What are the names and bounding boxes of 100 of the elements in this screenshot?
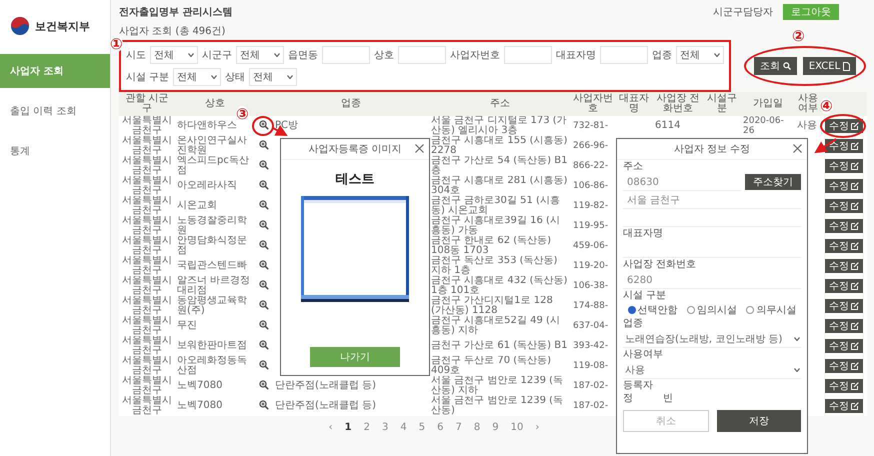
previous-page[interactable]: ‹: [328, 422, 333, 432]
filter-select[interactable]: 전체: [249, 68, 298, 86]
field-label: 시설 구분: [623, 290, 668, 302]
annotation-circle: [252, 116, 274, 136]
filter-select[interactable]: 전체: [676, 46, 724, 64]
zoom-in-icon[interactable]: [259, 140, 269, 150]
business-name-cell: 시온교회: [177, 200, 217, 211]
business-number-cell: 637-04-: [573, 321, 608, 331]
radio-button[interactable]: [628, 306, 636, 314]
postcode-field[interactable]: 08630: [623, 174, 741, 191]
business-number-cell: 119-95-: [573, 221, 608, 231]
document-icon: [843, 62, 850, 70]
zoom-in-icon[interactable]: [259, 160, 269, 170]
search-button[interactable]: 조회: [754, 57, 797, 75]
filter-input[interactable]: [600, 46, 648, 64]
filter-select[interactable]: 전체: [173, 68, 222, 86]
zoom-in-icon[interactable]: [259, 320, 269, 330]
address-field[interactable]: 서울 금천구: [623, 192, 801, 209]
status-select[interactable]: 사용: [623, 362, 801, 379]
radio-button[interactable]: [746, 306, 754, 314]
sidebar-item[interactable]: 통계: [0, 134, 110, 168]
edit-icon: [851, 182, 859, 190]
filter-input[interactable]: [504, 46, 552, 64]
column-header: 대표자명: [619, 93, 649, 114]
zoom-in-icon[interactable]: [259, 260, 269, 270]
edit-button[interactable]: 수정: [825, 279, 863, 293]
edit-icon: [851, 162, 859, 170]
field-label: 업종: [623, 318, 644, 330]
edit-icon: [851, 282, 859, 290]
filter-input[interactable]: [398, 46, 446, 64]
sidebar-item[interactable]: 출입 이력 조회: [0, 94, 110, 128]
status-cell: 사용: [797, 120, 817, 131]
zoom-in-icon[interactable]: [259, 300, 269, 310]
business-type-select[interactable]: 노래연습장(노래방, 코인노래방 등): [623, 331, 801, 348]
system-title: 전자출입명부 관리시스템: [119, 6, 232, 19]
business-name-cell: 노벡7080: [177, 380, 222, 391]
edit-icon: [851, 242, 859, 250]
edit-button[interactable]: 수정: [825, 139, 863, 153]
business-number-cell: 732-81-: [573, 121, 608, 131]
edit-button[interactable]: 수정: [825, 319, 863, 333]
column-header: 업종: [341, 98, 361, 109]
edit-button[interactable]: 수정: [825, 339, 863, 353]
zoom-in-icon[interactable]: [259, 360, 269, 370]
zoom-in-icon[interactable]: [259, 340, 269, 350]
edit-icon: [851, 142, 859, 150]
save-button[interactable]: 저장: [717, 410, 801, 432]
edit-button[interactable]: 수정: [825, 379, 863, 393]
filter-label: 사업자번호: [450, 49, 500, 62]
edit-button[interactable]: 수정: [825, 299, 863, 313]
zoom-in-icon[interactable]: [259, 180, 269, 190]
edit-button[interactable]: 수정: [825, 219, 863, 233]
edit-button[interactable]: 수정: [825, 179, 863, 193]
filter-label: 상호: [374, 49, 394, 62]
edit-icon: [851, 402, 859, 410]
find-address-button[interactable]: 주소찾기: [745, 174, 801, 190]
filter-input[interactable]: [322, 46, 370, 64]
column-header: 관할 시군구: [125, 93, 169, 114]
edit-icon: [851, 202, 859, 210]
logo-icon: [10, 16, 30, 36]
registrant-text: 정: [623, 393, 633, 405]
radio-label: 임의시설: [696, 304, 737, 317]
address-cell: 금천구 가산로 61 (독산동) B1: [431, 340, 568, 351]
document-heading: 테스트: [336, 171, 374, 188]
caret-icon: [274, 53, 280, 57]
business-number-cell: 393-42-: [573, 341, 608, 351]
filter-select[interactable]: 전체: [236, 46, 284, 64]
zoom-in-icon[interactable]: [259, 400, 269, 410]
edit-button[interactable]: 수정: [825, 239, 863, 253]
phone-cell: 6114: [655, 120, 680, 131]
business-name-cell: 하다앤하우스: [177, 120, 237, 131]
annotation-circle: [820, 114, 866, 138]
close-icon[interactable]: [793, 144, 802, 153]
zoom-in-icon[interactable]: [259, 240, 269, 250]
field-label: 등록자: [623, 380, 654, 392]
zoom-in-icon[interactable]: [259, 280, 269, 290]
filter-label: 대표자명: [556, 49, 596, 62]
edit-button[interactable]: 수정: [825, 399, 863, 413]
edit-button[interactable]: 수정: [825, 159, 863, 173]
dialog-title: 사업자 정보 수정: [674, 143, 750, 156]
zoom-in-icon[interactable]: [259, 200, 269, 210]
phone-field[interactable]: 6280: [623, 272, 801, 289]
excel-button[interactable]: EXCEL: [802, 57, 856, 75]
zoom-in-icon[interactable]: [259, 120, 269, 130]
filter-select[interactable]: 전체: [150, 46, 198, 64]
business-number-cell: 119-20-: [573, 261, 608, 271]
zoom-in-icon[interactable]: [259, 380, 269, 390]
caret-icon: [794, 368, 800, 372]
edit-icon: [851, 342, 859, 350]
business-type-cell: 단란주점(노래클럽 등): [275, 380, 376, 391]
filter-label: 상태: [225, 71, 246, 84]
column-header: 사업장 전화번호: [656, 93, 700, 114]
edit-button[interactable]: 수정: [825, 199, 863, 213]
edit-button[interactable]: 수정: [825, 259, 863, 273]
close-icon[interactable]: [415, 144, 424, 153]
radio-button[interactable]: [686, 306, 695, 314]
zoom-in-icon[interactable]: [259, 220, 269, 230]
edit-button[interactable]: 수정: [825, 119, 863, 133]
edit-icon: [851, 122, 859, 130]
page-number[interactable]: 1: [344, 422, 352, 432]
edit-button[interactable]: 수정: [825, 359, 863, 373]
